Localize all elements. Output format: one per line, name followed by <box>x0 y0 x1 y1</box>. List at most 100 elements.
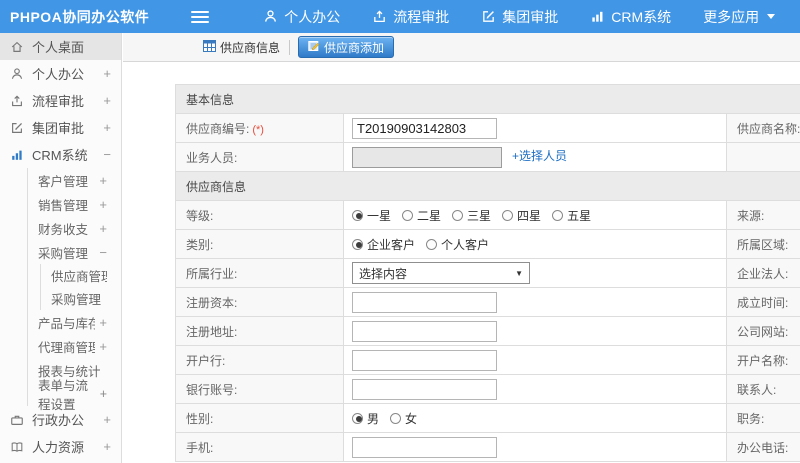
tab-supplier-add[interactable]: 供应商添加 <box>298 36 395 58</box>
sidebar: 个人桌面 个人办公 + 流程审批 + 集团审批 + CRM系统 − 客户管理 + <box>0 33 122 463</box>
form-add-icon <box>308 40 320 55</box>
form-row-gender: 性别: 男 女 职务: <box>175 403 800 433</box>
form-row-grade: 等级: 一星 二星 三星 四星 五星 来源: <box>175 200 800 230</box>
radio-button-icon[interactable] <box>452 209 464 221</box>
radio-button-icon[interactable] <box>352 238 363 250</box>
tab-bar: 供应商信息 供应商添加 <box>123 33 800 62</box>
expand-icon: + <box>103 439 111 454</box>
radio-button-icon[interactable] <box>390 412 402 424</box>
sidebar-item-crm-system[interactable]: CRM系统 − <box>0 141 121 168</box>
radio-button-icon[interactable] <box>352 412 363 424</box>
form-row-registered-address: 注册地址: 公司网站: <box>175 316 800 346</box>
registered-capital-input[interactable] <box>352 291 497 313</box>
field-label: 类别: <box>175 229 344 259</box>
category-radio-group: 企业客户 个人客户 <box>352 236 726 253</box>
table-icon <box>203 39 216 55</box>
radio-one-star[interactable]: 一星 <box>352 207 391 224</box>
sidebar-item-desktop[interactable]: 个人桌面 <box>0 33 121 60</box>
radio-female[interactable]: 女 <box>390 410 417 427</box>
supplier-no-input[interactable] <box>352 117 497 139</box>
form-row-industry: 所属行业: 选择内容 ▼ 企业法人: <box>175 258 800 288</box>
expand-icon: + <box>103 66 111 81</box>
required-mark: (*) <box>252 123 264 136</box>
field-label: 开户名称: <box>726 345 800 375</box>
sidebar-item-admin-office[interactable]: 行政办公 + <box>0 406 121 433</box>
field-label: 办公电话: <box>726 432 800 462</box>
main-content: 供应商信息 供应商添加 基本信息 供应商编号:(*) 供应商名称:(*) 业务人… <box>123 33 800 463</box>
sidebar-item-personal-office[interactable]: 个人办公 + <box>0 60 121 87</box>
nav-group-approval[interactable]: 集团审批 <box>465 0 574 33</box>
sidebar-item-finance[interactable]: 财务收支 + <box>28 216 121 240</box>
radio-male[interactable]: 男 <box>352 410 379 427</box>
bank-account-input[interactable] <box>352 378 497 400</box>
top-nav-menu: 个人办公 流程审批 集团审批 CRM系统 更多应用 <box>247 0 791 33</box>
radio-five-star[interactable]: 五星 <box>552 207 591 224</box>
radio-button-icon[interactable] <box>352 209 363 221</box>
field-label: 开户行: <box>175 345 344 375</box>
radio-button-icon[interactable] <box>552 209 564 221</box>
nav-more-apps[interactable]: 更多应用 <box>687 0 791 33</box>
expand-icon: + <box>99 220 107 236</box>
person-picker-field[interactable] <box>352 146 502 168</box>
radio-button-icon[interactable] <box>502 209 514 221</box>
sidebar-item-product-inventory[interactable]: 产品与库存 + <box>28 310 121 334</box>
hamburger-menu-icon[interactable] <box>191 8 210 26</box>
radio-enterprise-customer[interactable]: 企业客户 <box>352 236 415 253</box>
sidebar-item-purchase-mgmt[interactable]: 采购管理 − <box>28 240 121 264</box>
field-label <box>726 142 800 172</box>
sidebar-item-customer-mgmt[interactable]: 客户管理 + <box>28 168 121 192</box>
sidebar-item-purchasing[interactable]: 采购管理 <box>41 287 121 310</box>
field-label: 注册地址: <box>175 316 344 346</box>
top-navbar: PHPOA协同办公软件 个人办公 流程审批 集团审批 CRM系统 更多应用 <box>0 0 800 33</box>
select-person-link[interactable]: +选择人员 <box>512 149 567 163</box>
user-icon <box>263 9 278 24</box>
radio-personal-customer[interactable]: 个人客户 <box>426 236 489 253</box>
field-label: 银行账号: <box>175 374 344 404</box>
field-label: 公司网站: <box>726 316 800 346</box>
book-icon <box>10 440 25 454</box>
bar-chart-icon <box>10 148 25 162</box>
caret-down-icon <box>767 14 776 19</box>
form-row-bank: 开户行: 开户名称: <box>175 345 800 375</box>
user-icon <box>10 67 25 81</box>
briefcase-icon <box>10 413 25 427</box>
nav-personal-office[interactable]: 个人办公 <box>247 0 356 33</box>
radio-three-star[interactable]: 三星 <box>452 207 491 224</box>
field-label: 所属行业: <box>175 258 344 288</box>
sidebar-item-agent-mgmt[interactable]: 代理商管理 + <box>28 334 121 358</box>
sidebar-item-hr[interactable]: 人力资源 + <box>0 433 121 460</box>
radio-four-star[interactable]: 四星 <box>502 207 541 224</box>
sidebar-item-supplier-mgmt[interactable]: 供应商管理 <box>41 264 121 287</box>
industry-select[interactable]: 选择内容 ▼ <box>352 262 530 284</box>
form-row-bank-account: 银行账号: 联系人: <box>175 374 800 404</box>
sidebar-item-form-flow-settings[interactable]: 表单与流程设置 + <box>28 379 121 412</box>
field-label: 成立时间: <box>726 287 800 317</box>
section-header-basic-info: 基本信息 <box>174 84 800 114</box>
radio-two-star[interactable]: 二星 <box>402 207 441 224</box>
nav-label: 更多应用 <box>703 8 760 25</box>
expand-icon: + <box>99 196 107 212</box>
sidebar-item-workflow-approval[interactable]: 流程审批 + <box>0 87 121 114</box>
field-label: 性别: <box>175 403 344 433</box>
field-label: 等级: <box>175 200 344 230</box>
form-row-sales-person: 业务人员: +选择人员 <box>175 142 800 172</box>
bank-input[interactable] <box>352 349 497 371</box>
nav-crm-system[interactable]: CRM系统 <box>574 0 687 33</box>
chevron-down-icon: ▼ <box>515 268 523 278</box>
nav-workflow-approval[interactable]: 流程审批 <box>356 0 465 33</box>
field-label: 所属区域: <box>726 229 800 259</box>
registered-address-input[interactable] <box>352 320 497 342</box>
field-label: 来源: <box>726 200 800 230</box>
tab-supplier-info[interactable]: 供应商信息 <box>203 39 291 55</box>
field-label: 业务人员: <box>175 142 344 172</box>
workflow-icon <box>372 9 387 24</box>
mobile-input[interactable] <box>352 436 497 458</box>
field-label: 手机: <box>175 432 344 462</box>
sidebar-item-group-approval[interactable]: 集团审批 + <box>0 114 121 141</box>
app-logo: PHPOA协同办公软件 <box>10 8 150 25</box>
expand-icon: + <box>99 172 107 188</box>
sidebar-item-sales-mgmt[interactable]: 销售管理 + <box>28 192 121 216</box>
radio-button-icon[interactable] <box>426 238 438 250</box>
expand-icon: + <box>99 314 107 330</box>
radio-button-icon[interactable] <box>402 209 414 221</box>
